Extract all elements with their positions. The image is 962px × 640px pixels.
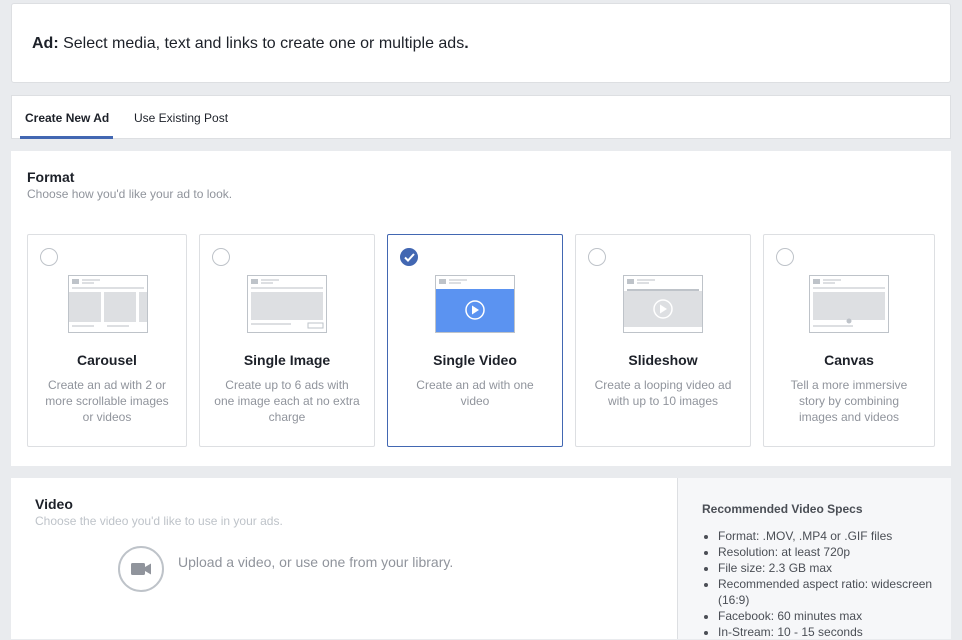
single-image-description: Create up to 6 ads with one image each a… <box>214 378 360 424</box>
header-description: Select media, text and links to create o… <box>58 35 465 52</box>
active-tab-indicator <box>20 136 113 139</box>
carousel-description: Create an ad with 2 or more scrollable i… <box>45 378 169 424</box>
tab-create-new-ad[interactable]: Create New Ad <box>25 96 109 140</box>
header-label: Ad: <box>32 35 59 52</box>
format-subtitle: Choose how you'd like your ad to look. <box>27 187 233 201</box>
format-title: Format <box>27 169 75 185</box>
format-option-carousel[interactable]: Carousel Create an ad with 2 or more scr… <box>27 234 187 447</box>
carousel-radio[interactable] <box>40 248 58 266</box>
canvas-description: Tell a more immersive story by combining… <box>790 378 908 424</box>
spec-item: Format: .MOV, .MP4 or .GIF files <box>718 528 938 544</box>
specs-list: Format: .MOV, .MP4 or .GIF files Resolut… <box>702 528 938 640</box>
format-option-slideshow[interactable]: Slideshow Create a looping video ad with… <box>575 234 751 447</box>
canvas-radio[interactable] <box>776 248 794 266</box>
format-option-single-video[interactable]: Single Video Create an ad with one video <box>387 234 563 447</box>
header-period: . <box>464 35 469 52</box>
upload-video-link[interactable]: Upload a video, or use one from your lib… <box>178 554 453 570</box>
specs-title: Recommended Video Specs <box>702 502 863 516</box>
carousel-thumbnail-icon <box>68 275 148 333</box>
slideshow-title: Slideshow <box>628 352 698 368</box>
spec-item: In-Stream: 10 - 15 seconds <box>718 624 938 640</box>
format-section: Format Choose how you'd like your ad to … <box>11 151 951 466</box>
ad-header: Ad: Select media, text and links to crea… <box>11 3 951 83</box>
single-image-radio[interactable] <box>212 248 230 266</box>
video-subtitle: Choose the video you'd like to use in yo… <box>35 514 283 528</box>
recommended-video-specs: Recommended Video Specs Format: .MOV, .M… <box>677 478 951 639</box>
tab-use-existing-post[interactable]: Use Existing Post <box>134 96 228 140</box>
single-image-thumbnail-icon <box>247 275 327 333</box>
slideshow-radio[interactable] <box>588 248 606 266</box>
single-video-description: Create an ad with one video <box>416 378 534 408</box>
single-image-title: Single Image <box>243 352 331 368</box>
video-section: Video Choose the video you'd like to use… <box>11 478 951 639</box>
canvas-thumbnail-icon <box>809 275 889 333</box>
checkmark-icon <box>404 253 415 262</box>
slideshow-thumbnail-icon <box>623 275 703 333</box>
slideshow-description: Create a looping video ad with up to 10 … <box>594 378 732 408</box>
single-video-thumbnail-icon <box>435 275 515 333</box>
spec-item: File size: 2.3 GB max <box>718 560 938 576</box>
carousel-title: Carousel <box>77 352 137 368</box>
video-title: Video <box>35 496 73 512</box>
spec-item: Facebook: 60 minutes max <box>718 608 938 624</box>
format-option-canvas[interactable]: Canvas Tell a more immersive story by co… <box>763 234 935 447</box>
spec-item: Recommended aspect ratio: widescreen (16… <box>718 576 938 608</box>
format-option-single-image[interactable]: Single Image Create up to 6 ads with one… <box>199 234 375 447</box>
video-camera-icon[interactable] <box>118 546 164 592</box>
ad-tabs: Create New Ad Use Existing Post <box>11 95 951 139</box>
single-video-title: Single Video <box>433 352 517 368</box>
spec-item: Resolution: at least 720p <box>718 544 938 560</box>
single-video-radio[interactable] <box>400 248 418 266</box>
header-text: Ad: Select media, text and links to crea… <box>32 35 469 53</box>
canvas-title: Canvas <box>824 352 874 368</box>
